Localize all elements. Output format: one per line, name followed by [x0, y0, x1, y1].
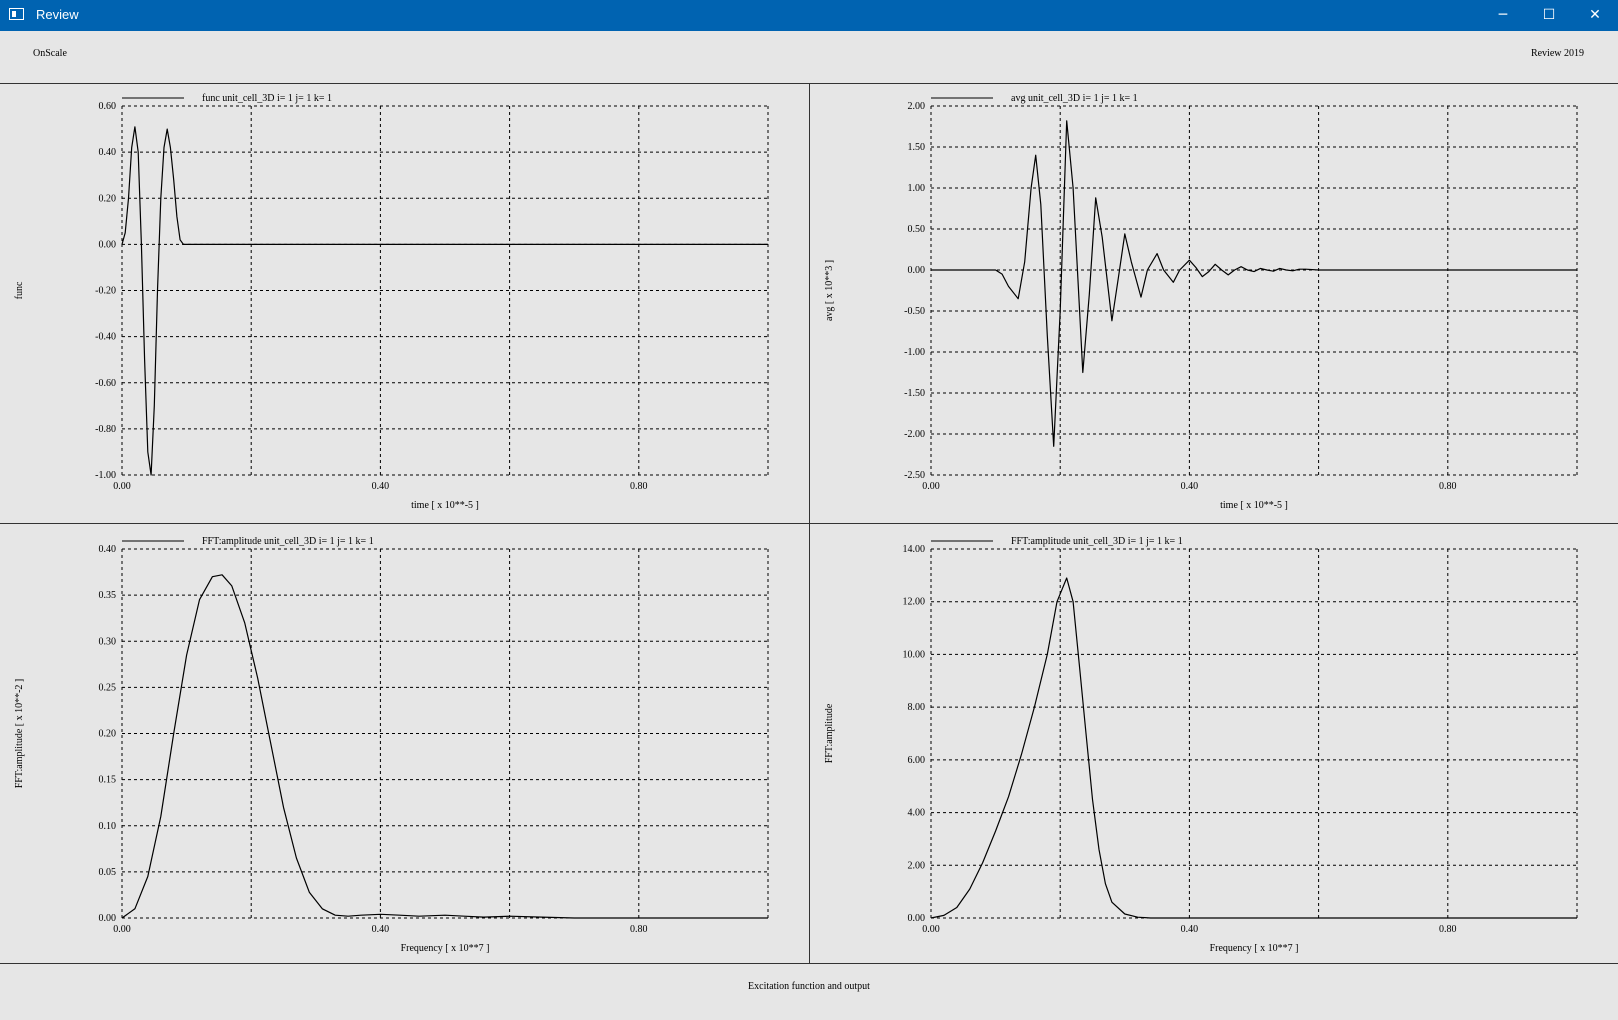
- legend-label: FFT:amplitude unit_cell_3D i= 1 j= 1 k= …: [1011, 536, 1183, 547]
- y-tick-label: 6.00: [908, 755, 926, 766]
- y-tick-label: 0.00: [908, 265, 926, 276]
- x-tick-label: 0.80: [630, 481, 648, 492]
- close-icon[interactable]: ✕: [1572, 0, 1618, 31]
- minimize-icon[interactable]: ─: [1480, 0, 1526, 31]
- x-axis-label: Frequency [ x 10**7 ]: [1210, 943, 1299, 954]
- x-axis-label: Frequency [ x 10**7 ]: [401, 943, 490, 954]
- y-tick-label: 0.40: [99, 147, 117, 158]
- y-tick-label: 4.00: [908, 808, 926, 819]
- x-axis-label: time [ x 10**-5 ]: [411, 500, 479, 511]
- x-tick-label: 0.40: [1181, 481, 1199, 492]
- y-tick-label: -0.20: [95, 286, 116, 297]
- y-tick-label: 0.35: [99, 590, 117, 601]
- x-tick-label: 0.00: [922, 481, 940, 492]
- x-tick-label: 0.40: [372, 481, 390, 492]
- y-tick-label: -1.00: [95, 470, 116, 481]
- x-tick-label: 0.40: [372, 924, 390, 935]
- legend-label: func unit_cell_3D i= 1 j= 1 k= 1: [202, 93, 332, 104]
- y-axis-label: FFT:amplitude: [824, 703, 835, 763]
- chart-func: 0.00 0.40 0.80 0.60 0.40 0.20 0.00 -0.20 -0.40 -0…: [14, 93, 769, 511]
- header-right-label: Review 2019: [1530, 48, 1584, 59]
- y-tick-label: 0.00: [99, 913, 117, 924]
- series-line: [930, 577, 1577, 919]
- y-tick-label: 0.40: [99, 544, 117, 555]
- y-tick-label: 2.00: [908, 860, 926, 871]
- x-tick-label: 0.00: [113, 481, 131, 492]
- y-tick-label: 1.00: [908, 183, 926, 194]
- y-tick-label: -2.00: [904, 429, 925, 440]
- y-tick-label: -0.40: [95, 332, 116, 343]
- y-tick-label: 0.00: [99, 239, 117, 250]
- y-tick-label: 1.50: [908, 142, 926, 153]
- y-tick-label: 0.25: [99, 682, 117, 693]
- y-tick-label: -2.50: [904, 470, 925, 481]
- legend-label: FFT:amplitude unit_cell_3D i= 1 j= 1 k= …: [202, 536, 374, 547]
- y-tick-label: 0.30: [99, 636, 117, 647]
- y-axis-label: FFT:amplitude [ x 10**-2 ]: [14, 679, 25, 789]
- y-tick-label: 12.00: [903, 597, 926, 608]
- footer-caption: Excitation function and output: [748, 981, 870, 992]
- y-tick-label: 0.00: [908, 913, 926, 924]
- y-tick-label: 0.20: [99, 729, 117, 740]
- report-footer: Excitation function and output: [0, 963, 1618, 1020]
- x-tick-label: 0.80: [1439, 924, 1457, 935]
- y-tick-label: 10.00: [903, 649, 926, 660]
- y-tick-label: -1.50: [904, 388, 925, 399]
- y-tick-label: -0.80: [95, 424, 116, 435]
- x-tick-label: 0.80: [630, 924, 648, 935]
- x-tick-label: 0.40: [1181, 924, 1199, 935]
- y-tick-label: 8.00: [908, 702, 926, 713]
- y-axis-label: avg [ x 10**3 ]: [824, 260, 835, 321]
- y-tick-label: 2.00: [908, 101, 926, 112]
- y-tick-label: 0.10: [99, 821, 117, 832]
- series-line: [121, 574, 768, 919]
- y-tick-label: -0.50: [904, 306, 925, 317]
- window-titlebar: Review ─ ☐ ✕: [0, 0, 1618, 31]
- header-left-label: OnScale: [33, 48, 67, 59]
- series-line: [931, 120, 1577, 447]
- x-tick-label: 0.00: [922, 924, 940, 935]
- y-axis-label: func: [14, 281, 25, 299]
- series-line: [121, 126, 768, 476]
- y-tick-label: 0.15: [99, 775, 117, 786]
- chart-fft-amplitude-1: 0.00 0.40 0.80 0.40 0.35 0.30 0.25 0.20 0.15 0.10…: [14, 536, 769, 954]
- chart-avg: 0.00 0.40 0.80 2.00 1.50 1.00 0.50 0.00 -0.50 -1.…: [824, 93, 1578, 511]
- maximize-icon[interactable]: ☐: [1526, 0, 1572, 31]
- window-title: Review: [36, 7, 79, 22]
- y-tick-label: 0.05: [99, 867, 117, 878]
- y-tick-label: 14.00: [903, 544, 926, 555]
- app-icon[interactable]: [9, 8, 24, 20]
- x-tick-label: 0.80: [1439, 481, 1457, 492]
- x-tick-label: 0.00: [113, 924, 131, 935]
- y-tick-label: 0.50: [908, 224, 926, 235]
- report-header: OnScale Review 2019: [0, 31, 1618, 84]
- y-tick-label: 0.20: [99, 193, 117, 204]
- y-tick-label: 0.60: [99, 101, 117, 112]
- y-tick-label: -1.00: [904, 347, 925, 358]
- legend-label: avg unit_cell_3D i= 1 j= 1 k= 1: [1011, 93, 1138, 104]
- chart-fft-amplitude-2: 0.00 0.40 0.80 14.00 12.00 10.00 8.00 6.00 4.00 2…: [824, 536, 1578, 954]
- x-axis-label: time [ x 10**-5 ]: [1220, 500, 1288, 511]
- y-tick-label: -0.60: [95, 378, 116, 389]
